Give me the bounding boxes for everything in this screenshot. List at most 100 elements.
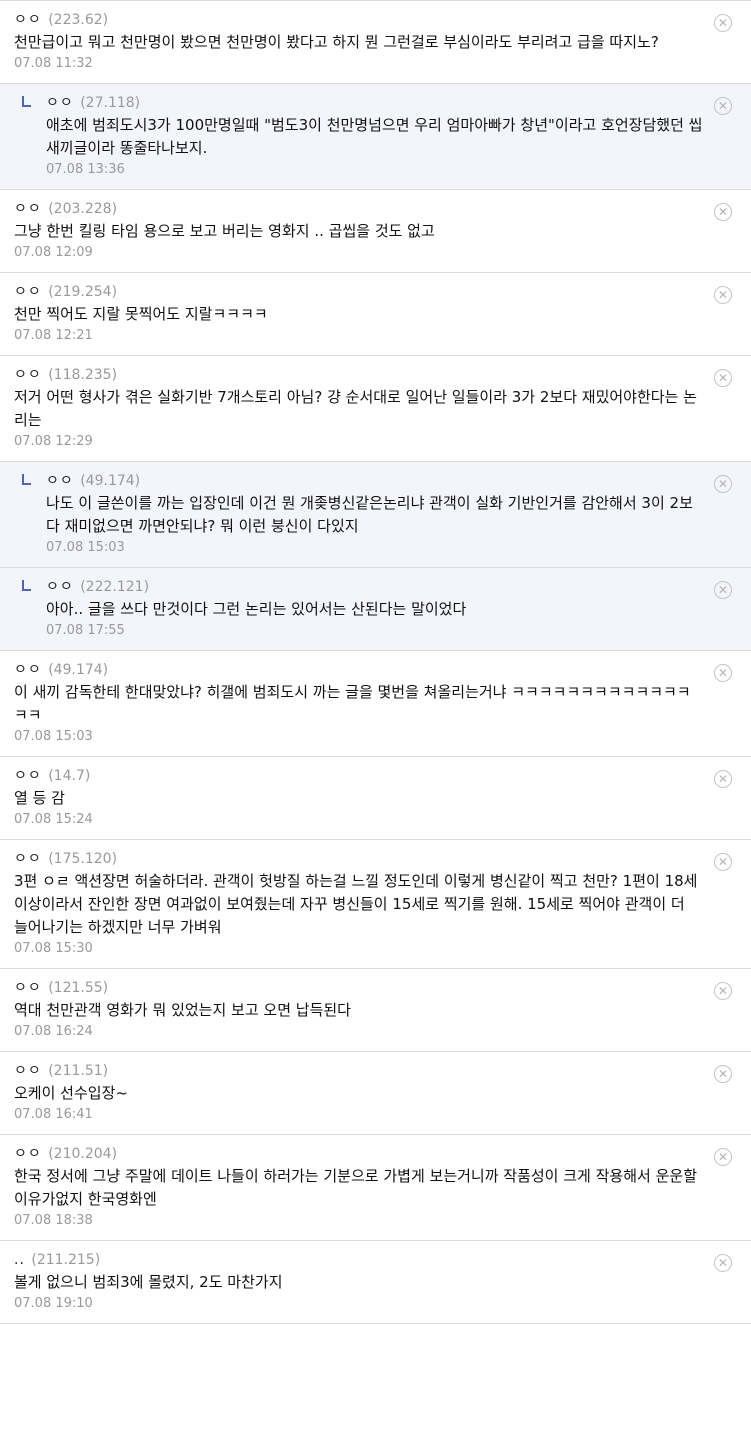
comment-text: 열 등 감: [14, 789, 65, 807]
comment-nickname[interactable]: ㅇㅇ: [14, 284, 42, 300]
comment-ip: (175.120): [48, 851, 118, 867]
comment-ip: (27.118): [80, 95, 141, 111]
comment-text: 천만 찍어도 지랄 못찍어도 지랄ㅋㅋㅋㅋ: [14, 305, 268, 323]
comment-text: 오케이 선수입장~: [14, 1084, 128, 1102]
comment-date: 07.08 15:24: [14, 812, 93, 827]
comment-date: 07.08 15:30: [14, 941, 93, 956]
comment-ip: (49.174): [48, 662, 109, 678]
comment-meta: ㅇㅇ (175.120): [14, 849, 703, 869]
close-circle-icon[interactable]: ✕: [714, 97, 732, 115]
close-circle-icon[interactable]: ✕: [714, 1148, 732, 1166]
comment-meta: ㅇㅇ (223.62): [14, 10, 703, 30]
comment-list: ㅇㅇ (223.62) 천만급이고 뭐고 천만명이 봤으면 천만명이 봤다고 하…: [0, 0, 751, 1324]
comment-date: 07.08 12:21: [14, 328, 93, 343]
comment-meta: ㅇㅇ (211.51): [14, 1061, 703, 1081]
comment-ip: (211.215): [31, 1252, 101, 1268]
comment-nickname[interactable]: ㅇㅇ: [14, 768, 42, 784]
comment-item: ㅇㅇ (210.204) 한국 정서에 그냥 주말에 데이트 나들이 하러가는 …: [0, 1135, 751, 1241]
comment-item: ㅇㅇ (211.51) 오케이 선수입장~ 07.08 16:41 ✕: [0, 1052, 751, 1135]
comment-ip: (118.235): [48, 367, 118, 383]
comment-item: ㅇㅇ (223.62) 천만급이고 뭐고 천만명이 봤으면 천만명이 봤다고 하…: [0, 1, 751, 84]
close-circle-icon[interactable]: ✕: [714, 1065, 732, 1083]
comment-nickname[interactable]: ㅇㅇ: [14, 662, 42, 678]
comment-text: 이 새끼 감독한테 한대맞았냐? 히갤에 범죄도시 까는 글을 몇번을 쳐올리는…: [14, 683, 691, 724]
comment-item: ㅇㅇ (175.120) 3편 ㅇㄹ 액션장면 허술하더라. 관객이 헛방질 하…: [0, 840, 751, 969]
comment-text: 나도 이 글쓴이를 까는 입장인데 이건 뭔 개좆병신같은논리냐 관객이 실화 …: [46, 494, 693, 535]
comment-text: 그냥 한번 킬링 타임 용으로 보고 버리는 영화지 .. 곱씹을 것도 없고: [14, 222, 435, 240]
comment-item: ㅇㅇ (203.228) 그냥 한번 킬링 타임 용으로 보고 버리는 영화지 …: [0, 190, 751, 273]
comment-meta: ㅇㅇ (49.174): [14, 660, 703, 680]
reply-comment-item: ㅇㅇ (27.118) 애초에 범죄도시3가 100만명일때 "범도3이 천만명…: [0, 84, 751, 190]
comment-date: 07.08 13:36: [46, 162, 125, 177]
comment-ip: (222.121): [80, 579, 150, 595]
comment-ip: (219.254): [48, 284, 118, 300]
comment-nickname[interactable]: ㅇㅇ: [46, 473, 74, 489]
comment-nickname[interactable]: ㅇㅇ: [14, 1146, 42, 1162]
comment-meta: ㅇㅇ (210.204): [14, 1144, 703, 1164]
close-circle-icon[interactable]: ✕: [714, 475, 732, 493]
comment-text: 3편 ㅇㄹ 액션장면 허술하더라. 관객이 헛방질 하는걸 느낄 정도인데 이렇…: [14, 872, 698, 936]
reply-arrow-icon: [22, 474, 31, 485]
comment-date: 07.08 11:32: [14, 56, 93, 71]
close-circle-icon[interactable]: ✕: [714, 14, 732, 32]
close-circle-icon[interactable]: ✕: [714, 982, 732, 1000]
comment-date: 07.08 12:09: [14, 245, 93, 260]
comment-text: 역대 천만관객 영화가 뭐 있었는지 보고 오면 납득된다: [14, 1001, 351, 1019]
comment-item: ㅇㅇ (219.254) 천만 찍어도 지랄 못찍어도 지랄ㅋㅋㅋㅋ 07.08…: [0, 273, 751, 356]
comment-nickname[interactable]: ㅇㅇ: [46, 579, 74, 595]
comment-item: ㅇㅇ (14.7) 열 등 감 07.08 15:24 ✕: [0, 757, 751, 840]
comment-nickname[interactable]: ..: [14, 1252, 25, 1268]
close-circle-icon[interactable]: ✕: [714, 286, 732, 304]
comment-text: 천만급이고 뭐고 천만명이 봤으면 천만명이 봤다고 하지 뭔 그런걸로 부심이…: [14, 33, 659, 51]
comment-date: 07.08 12:29: [14, 434, 93, 449]
comment-text: 볼게 없으니 범죄3에 몰렸지, 2도 마찬가지: [14, 1273, 283, 1291]
close-circle-icon[interactable]: ✕: [714, 770, 732, 788]
comment-meta: ㅇㅇ (222.121): [46, 577, 703, 597]
comment-date: 07.08 16:24: [14, 1024, 93, 1039]
comment-nickname[interactable]: ㅇㅇ: [14, 980, 42, 996]
comment-meta: .. (211.215): [14, 1250, 703, 1270]
comment-meta: ㅇㅇ (27.118): [46, 93, 703, 113]
reply-comment-item: ㅇㅇ (222.121) 아아.. 글을 쓰다 만것이다 그런 논리는 있어서는…: [0, 568, 751, 651]
close-circle-icon[interactable]: ✕: [714, 853, 732, 871]
comment-date: 07.08 15:03: [14, 729, 93, 744]
reply-arrow-icon: [22, 96, 31, 107]
comment-item: ㅇㅇ (49.174) 이 새끼 감독한테 한대맞았냐? 히갤에 범죄도시 까는…: [0, 651, 751, 757]
comment-meta: ㅇㅇ (219.254): [14, 282, 703, 302]
comment-meta: ㅇㅇ (118.235): [14, 365, 703, 385]
comment-item: ㅇㅇ (121.55) 역대 천만관객 영화가 뭐 있었는지 보고 오면 납득된…: [0, 969, 751, 1052]
comment-date: 07.08 17:55: [46, 623, 125, 638]
comment-meta: ㅇㅇ (14.7): [14, 766, 703, 786]
comment-item: .. (211.215) 볼게 없으니 범죄3에 몰렸지, 2도 마찬가지 07…: [0, 1241, 751, 1324]
comment-date: 07.08 16:41: [14, 1107, 93, 1122]
close-circle-icon[interactable]: ✕: [714, 664, 732, 682]
comment-text: 애초에 범죄도시3가 100만명일때 "범도3이 천만명넘으면 우리 엄마아빠가…: [46, 116, 703, 157]
comment-text: 아아.. 글을 쓰다 만것이다 그런 논리는 있어서는 산된다는 말이었다: [46, 600, 467, 618]
comment-text: 저거 어떤 형사가 겪은 실화기반 7개스토리 아님? 걍 순서대로 일어난 일…: [14, 388, 697, 429]
comment-ip: (210.204): [48, 1146, 118, 1162]
comment-nickname[interactable]: ㅇㅇ: [14, 1063, 42, 1079]
comment-nickname[interactable]: ㅇㅇ: [14, 851, 42, 867]
comment-ip: (14.7): [48, 768, 91, 784]
comment-date: 07.08 19:10: [14, 1296, 93, 1311]
comment-meta: ㅇㅇ (203.228): [14, 199, 703, 219]
comment-meta: ㅇㅇ (49.174): [46, 471, 703, 491]
comment-date: 07.08 15:03: [46, 540, 125, 555]
close-circle-icon[interactable]: ✕: [714, 1254, 732, 1272]
comment-nickname[interactable]: ㅇㅇ: [46, 95, 74, 111]
comment-item: ㅇㅇ (118.235) 저거 어떤 형사가 겪은 실화기반 7개스토리 아님?…: [0, 356, 751, 462]
comment-nickname[interactable]: ㅇㅇ: [14, 367, 42, 383]
reply-comment-item: ㅇㅇ (49.174) 나도 이 글쓴이를 까는 입장인데 이건 뭔 개좆병신같…: [0, 462, 751, 568]
reply-arrow-icon: [22, 580, 31, 591]
comment-ip: (49.174): [80, 473, 141, 489]
close-circle-icon[interactable]: ✕: [714, 581, 732, 599]
close-circle-icon[interactable]: ✕: [714, 203, 732, 221]
comment-nickname[interactable]: ㅇㅇ: [14, 12, 42, 28]
comment-meta: ㅇㅇ (121.55): [14, 978, 703, 998]
comment-date: 07.08 18:38: [14, 1213, 93, 1228]
close-circle-icon[interactable]: ✕: [714, 369, 732, 387]
comment-ip: (211.51): [48, 1063, 109, 1079]
comment-nickname[interactable]: ㅇㅇ: [14, 201, 42, 217]
comment-text: 한국 정서에 그냥 주말에 데이트 나들이 하러가는 기분으로 가볍게 보는거니…: [14, 1167, 697, 1208]
comment-ip: (203.228): [48, 201, 118, 217]
